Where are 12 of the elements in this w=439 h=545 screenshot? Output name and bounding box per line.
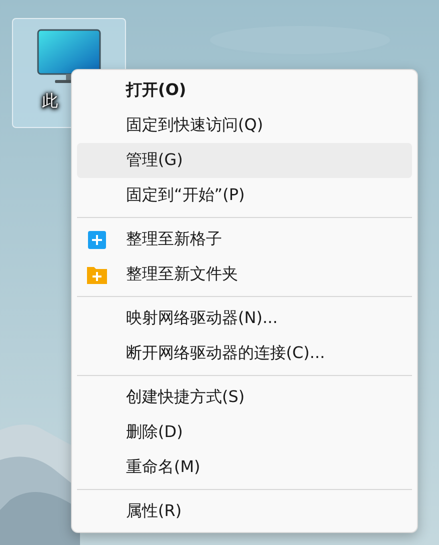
menu-item[interactable]: 重命名(M) bbox=[77, 450, 412, 485]
menu-item[interactable]: 删除(D) bbox=[77, 415, 412, 450]
menu-item[interactable]: 映射网络驱动器(N)... bbox=[77, 301, 412, 336]
menu-item[interactable]: 创建快捷方式(S) bbox=[77, 380, 412, 415]
menu-item[interactable]: 固定到“开始”(P) bbox=[77, 178, 412, 213]
menu-item[interactable]: 整理至新格子 bbox=[77, 222, 412, 257]
menu-item[interactable]: 整理至新文件夹 bbox=[77, 257, 412, 292]
menu-item[interactable]: 属性(R) bbox=[77, 494, 412, 529]
menu-item[interactable]: 断开网络驱动器的连接(C)... bbox=[77, 336, 412, 371]
menu-item[interactable]: 管理(G) bbox=[77, 143, 412, 178]
monitor-icon bbox=[37, 29, 101, 85]
icon-label: 此 bbox=[42, 91, 58, 112]
